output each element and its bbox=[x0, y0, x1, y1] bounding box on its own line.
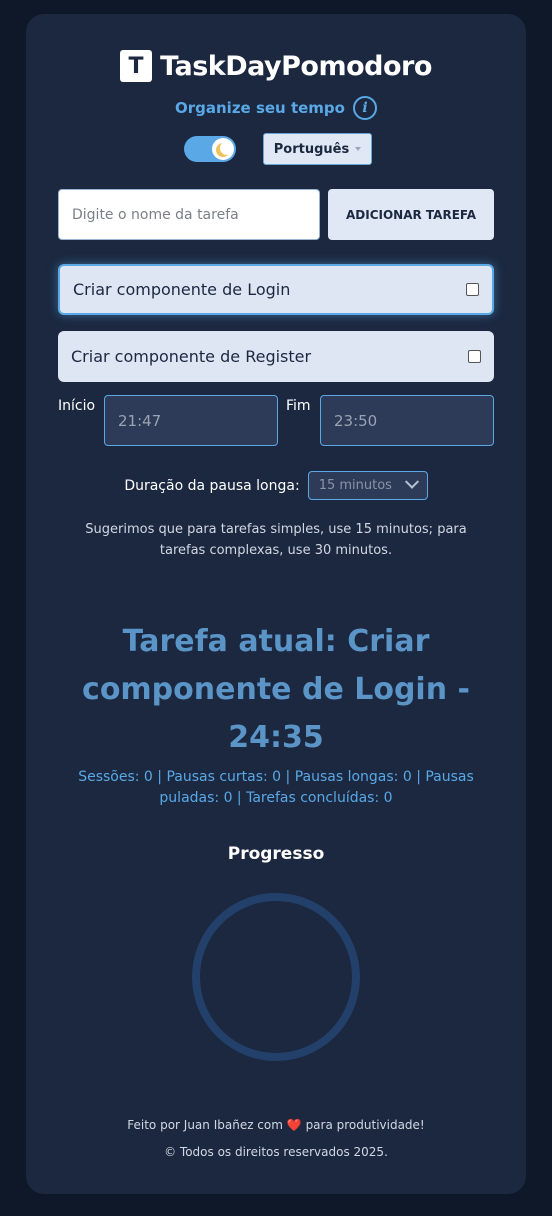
brand: T TaskDayPomodoro bbox=[26, 50, 526, 82]
task-label: Criar componente de Register bbox=[71, 347, 312, 366]
info-icon[interactable]: i bbox=[352, 96, 377, 120]
app-subtitle: Organize seu tempo bbox=[175, 99, 345, 117]
theme-toggle[interactable] bbox=[184, 136, 236, 162]
end-time-input[interactable]: 23:50 bbox=[320, 395, 494, 446]
progress-title: Progresso bbox=[227, 844, 325, 864]
chevron-down-icon bbox=[404, 474, 419, 489]
footer-credit: Feito por Juan Ibañez com ❤️ para produt… bbox=[26, 1118, 526, 1132]
long-pause-value: 15 minutos bbox=[318, 478, 392, 493]
long-pause-row: Duração da pausa longa: 15 minutos bbox=[26, 471, 526, 500]
task-checkbox[interactable] bbox=[468, 350, 481, 363]
heart-icon: ❤️ bbox=[286, 1118, 302, 1132]
logo-icon: T bbox=[120, 50, 153, 82]
current-task-heading: Tarefa atual: Criar componente de Login … bbox=[82, 624, 470, 755]
moon-icon bbox=[220, 141, 234, 155]
app-card: T TaskDayPomodoro Organize seu tempo i P… bbox=[26, 14, 526, 1194]
long-pause-select[interactable]: 15 minutos bbox=[307, 471, 428, 500]
start-time-value: 21:47 bbox=[118, 411, 162, 430]
task-item-register[interactable]: Criar componente de Register bbox=[58, 331, 494, 382]
end-time-value: 23:50 bbox=[334, 411, 378, 430]
add-task-button[interactable]: ADICIONAR TAREFA bbox=[328, 189, 494, 240]
progress-ring bbox=[192, 893, 360, 1061]
footer-credit-suffix: para produtividade! bbox=[305, 1118, 425, 1132]
task-item-login[interactable]: Criar componente de Login bbox=[58, 264, 494, 315]
long-pause-label: Duração da pausa longa: bbox=[124, 477, 300, 494]
footer-credit-prefix: Feito por Juan Ibañez com bbox=[127, 1118, 283, 1132]
progress-track bbox=[192, 893, 360, 1061]
start-time-input[interactable]: 21:47 bbox=[104, 395, 278, 446]
session-stats: Sessões: 0 | Pausas curtas: 0 | Pausas l… bbox=[78, 769, 474, 806]
toggle-knob bbox=[212, 138, 234, 160]
task-label: Criar componente de Login bbox=[73, 280, 291, 299]
task-checkbox[interactable] bbox=[466, 283, 479, 296]
subtitle-row: Organize seu tempo i bbox=[26, 96, 526, 120]
task-name-input[interactable] bbox=[58, 189, 320, 240]
language-select[interactable]: Português bbox=[263, 133, 372, 165]
pause-hint: Sugerimos que para tarefas simples, use … bbox=[85, 522, 467, 558]
chevron-down-icon bbox=[355, 147, 362, 151]
app-title: TaskDayPomodoro bbox=[160, 50, 432, 82]
start-time-label: Início bbox=[58, 398, 96, 414]
footer-copyright: © Todos os direitos reservados 2025. bbox=[164, 1145, 388, 1159]
end-time-label: Fim bbox=[286, 398, 311, 414]
language-value: Português bbox=[273, 141, 350, 157]
